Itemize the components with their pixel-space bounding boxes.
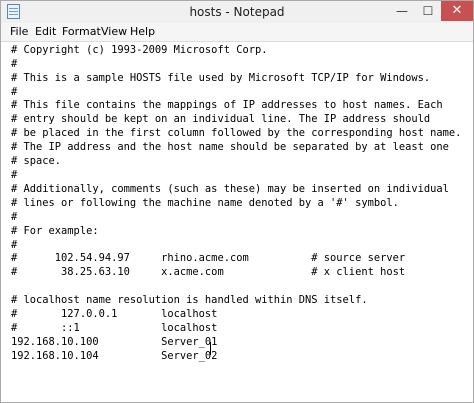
text-line: # [11,239,18,251]
menu-edit[interactable]: Edit [35,25,56,38]
title-bar[interactable]: hosts - Notepad — ☐ ✕ [1,1,473,23]
text-line: # entry should be kept on an individual … [11,113,431,125]
text-line: # localhost name resolution is handled w… [11,294,368,306]
text-line: 192.168.10.100 Server_01 [11,336,218,348]
menu-format[interactable]: Format [62,25,101,38]
minimize-button[interactable]: — [389,1,415,21]
text-line: # [11,58,18,70]
text-line: # lines or following the machine name de… [11,197,399,209]
menu-help[interactable]: Help [130,25,155,38]
text-line: # ::1 localhost [11,322,218,334]
notepad-window: hosts - Notepad — ☐ ✕ File Edit Format V… [0,0,474,403]
text-line: # This is a sample HOSTS file used by Mi… [11,72,431,84]
text-line: # Additionally, comments (such as these)… [11,183,449,195]
text-line: # For example: [11,225,99,237]
text-editor-area[interactable]: # Copyright (c) 1993-2009 Microsoft Corp… [1,41,473,402]
text-line: # The IP address and the host name shoul… [11,141,449,153]
text-line: # [11,211,18,223]
text-line: # space. [11,155,62,167]
text-line: # 102.54.94.97 rhino.acme.com # source s… [11,252,406,264]
text-line: # 38.25.63.10 x.acme.com # x client host [11,266,406,278]
menu-view[interactable]: View [101,25,127,38]
text-line: # This file contains the mappings of IP … [11,99,443,111]
menu-bar: File Edit Format View Help [1,23,473,41]
close-button[interactable]: ✕ [441,1,473,21]
text-line: # be placed in the first column followed… [11,127,462,139]
text-cursor [210,342,211,355]
maximize-button[interactable]: ☐ [415,1,441,21]
text-line: # 127.0.0.1 localhost [11,308,218,320]
menu-file[interactable]: File [10,25,28,38]
text-line: 192.168.10.104 Server_02 [11,350,218,362]
text-line: # [11,86,18,98]
text-line: # [11,169,18,181]
text-line: # Copyright (c) 1993-2009 Microsoft Corp… [11,44,268,56]
